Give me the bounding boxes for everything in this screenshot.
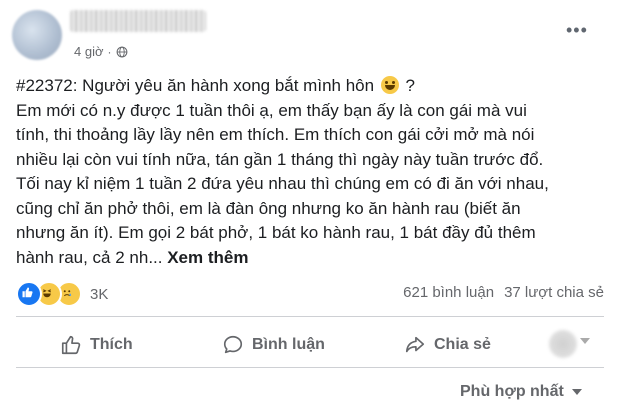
post-title: #22372: Người yêu ăn hành xong bắt mình …: [16, 76, 375, 95]
body-line: Em mới có n.y được 1 tuần thôi ạ, em thấ…: [16, 100, 527, 120]
share-count[interactable]: 37 lượt chia sẻ: [504, 284, 604, 301]
body-line: cũng chỉ ăn phở thôi, em là đàn ông nhưn…: [16, 198, 521, 218]
chevron-down-icon[interactable]: [580, 338, 590, 344]
more-options-icon[interactable]: •••: [566, 20, 588, 41]
viewer-avatar-redacted[interactable]: [549, 330, 577, 358]
comment-label: Bình luận: [252, 336, 325, 353]
post-meta: 4 giờ ·: [74, 44, 128, 59]
divider-top: [16, 316, 604, 317]
author-name-redacted[interactable]: [70, 10, 206, 32]
body-line: nhiều lại còn vui tính nữa, tán gần 1 th…: [16, 149, 544, 169]
comment-sort-dropdown[interactable]: Phù hợp nhất: [460, 383, 582, 401]
like-reaction-icon: [16, 281, 42, 307]
like-button[interactable]: Thích: [60, 325, 133, 365]
action-bar: Thích Bình luận Chia sẻ: [16, 325, 604, 365]
caret-down-icon: [571, 389, 582, 395]
like-label: Thích: [90, 336, 133, 353]
post-body: #22372: Người yêu ăn hành xong bắt mình …: [16, 74, 608, 270]
divider-bottom: [16, 367, 604, 368]
reaction-count: 3K: [90, 285, 109, 303]
meta-separator: ·: [107, 44, 112, 59]
author-avatar[interactable]: [12, 10, 62, 60]
truncated-text: hành rau, cả 2 nh...: [16, 247, 168, 267]
share-button[interactable]: Chia sẻ: [404, 325, 491, 365]
title-suffix: ?: [400, 76, 415, 95]
comment-bubble-icon: [223, 335, 243, 354]
see-more-link[interactable]: Xem thêm: [167, 248, 248, 267]
body-line: Tối nay kỉ niệm 1 tuần 2 đứa yêu nhau th…: [16, 174, 549, 193]
post-time[interactable]: 4 giờ: [74, 44, 104, 59]
post-card: 4 giờ · ••• #22372: Người yêu ăn hành xo…: [0, 0, 619, 410]
grinning-emoji-icon: [380, 76, 399, 94]
engagement-stats: 3K 621 bình luận 37 lượt chia sẻ: [16, 281, 604, 307]
body-line: nhưng ăn ít). Em gọi 2 bát phở, 1 bát ko…: [16, 223, 536, 242]
right-stats: 621 bình luận 37 lượt chia sẻ: [403, 284, 604, 301]
comment-button[interactable]: Bình luận: [222, 325, 325, 365]
sort-label: Phù hợp nhất: [460, 383, 564, 400]
post-title-line: #22372: Người yêu ăn hành xong bắt mình …: [16, 74, 608, 99]
body-line: tính, thi thoảng lầy lầy nên em thích. E…: [16, 125, 535, 144]
share-arrow-icon: [405, 336, 425, 353]
body-line-last: hành rau, cả 2 nh... Xem thêm: [16, 246, 608, 271]
globe-icon: [116, 46, 127, 57]
thumbs-up-icon: [61, 335, 81, 355]
reaction-summary[interactable]: 3K: [16, 281, 108, 307]
comment-count[interactable]: 621 bình luận: [403, 284, 494, 301]
share-label: Chia sẻ: [434, 336, 491, 353]
